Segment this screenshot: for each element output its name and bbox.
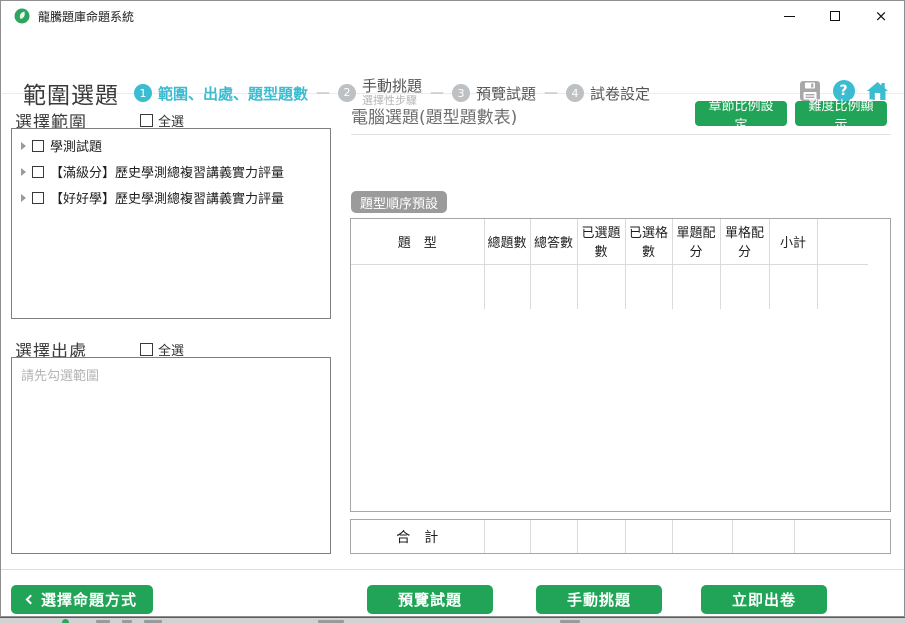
header: 範圍選題 1 範圍、出處、題型題數 — 2 手動挑題 選擇性步驟 — 3 預覽試… (2, 31, 905, 94)
range-item-exam[interactable]: 學測試題 (12, 132, 330, 158)
range-item-checkbox[interactable] (32, 140, 44, 152)
table-header-row: 題 型 總題數 總答數 已選題數 已選格數 單題配分 單格配分 小計 (351, 219, 868, 264)
table-cell (351, 264, 484, 309)
step-separator: — (430, 85, 444, 101)
app-window: 龍騰題庫命題系統 × 範圍選題 1 範圍、出處、題型題數 — 2 手動挑題 選擇… (0, 0, 905, 617)
titlebar: 龍騰題庫命題系統 × (1, 1, 904, 31)
expand-chevron-icon[interactable] (21, 168, 26, 176)
generate-paper-button[interactable]: 立即出卷 (701, 585, 827, 614)
step-1-number: 1 (134, 84, 152, 102)
step-2-label: 手動挑題 (362, 78, 422, 95)
computer-select-title: 電腦選題(題型題數表) (351, 103, 517, 128)
chapter-ratio-button[interactable]: 章節比例設定 (695, 101, 787, 126)
maximize-button[interactable] (812, 1, 858, 31)
step-4-paper-settings[interactable]: 4 試卷設定 (566, 83, 650, 104)
close-button[interactable]: × (858, 1, 904, 31)
range-item-checkbox[interactable] (32, 166, 44, 178)
maximize-icon (830, 11, 840, 21)
range-listbox[interactable]: 學測試題 【滿級分】歷史學測總複習講義實力評量 【好好學】歷史學測總複習講義實力… (11, 128, 331, 319)
totals-cell (732, 520, 794, 553)
table-cell (484, 264, 530, 309)
col-total-answers: 總答數 (530, 219, 577, 264)
question-type-order-badge[interactable]: 題型順序預設 (351, 191, 447, 213)
step-4-number: 4 (566, 84, 584, 102)
col-points-per-cell: 單格配分 (720, 219, 769, 264)
totals-row: 合 計 (350, 519, 891, 554)
range-item-good-study[interactable]: 【好好學】歷史學測總複習講義實力評量 (12, 184, 330, 210)
source-select-all-checkbox[interactable] (140, 343, 153, 356)
col-selected-questions: 已選題數 (577, 219, 625, 264)
col-question-type: 題 型 (351, 219, 484, 264)
col-points-per-question: 單題配分 (672, 219, 720, 264)
step-separator: — (316, 85, 330, 101)
page-title: 範圍選題 (23, 76, 119, 110)
totals-cell (484, 520, 530, 553)
step-1-label: 範圍、出處、題型題數 (158, 83, 308, 104)
range-item-label: 學測試題 (50, 136, 102, 155)
step-2-number: 2 (338, 84, 356, 102)
question-type-table[interactable]: 題 型 總題數 總答數 已選題數 已選格數 單題配分 單格配分 小計 (350, 218, 891, 512)
table-cell (577, 264, 625, 309)
step-separator: — (544, 85, 558, 101)
totals-cell (530, 520, 577, 553)
col-total-questions: 總題數 (484, 219, 530, 264)
range-item-full-score[interactable]: 【滿級分】歷史學測總複習講義實力評量 (12, 158, 330, 184)
bottom-bar: 選擇命題方式 預覽試題 手動挑題 立即出卷 (1, 569, 904, 617)
totals-label: 合 計 (351, 520, 484, 553)
preview-questions-button[interactable]: 預覽試題 (367, 585, 493, 614)
col-subtotal: 小計 (769, 219, 817, 264)
step-1-range[interactable]: 1 範圍、出處、題型題數 (134, 83, 308, 104)
table-cell (769, 264, 817, 309)
minimize-icon (784, 16, 795, 17)
table-empty-row (351, 264, 868, 309)
back-to-method-button[interactable]: 選擇命題方式 (11, 585, 153, 614)
app-title: 龍騰題庫命題系統 (38, 8, 134, 25)
source-placeholder: 請先勾選範圍 (21, 365, 99, 384)
table-cell (720, 264, 769, 309)
background-window-sliver (0, 617, 905, 623)
app-logo-icon (14, 8, 30, 24)
table-cell (817, 264, 868, 309)
col-selected-cells: 已選格數 (625, 219, 672, 264)
step-3-preview[interactable]: 3 預覽試題 (452, 83, 536, 104)
table-cell (625, 264, 672, 309)
step-3-number: 3 (452, 84, 470, 102)
totals-cell (672, 520, 732, 553)
minimize-button[interactable] (766, 1, 812, 31)
background-logo-fragment (62, 619, 69, 623)
back-chevron-icon (26, 595, 36, 605)
step-4-label: 試卷設定 (590, 83, 650, 104)
expand-chevron-icon[interactable] (21, 194, 26, 202)
col-extra (817, 219, 868, 264)
totals-cell (794, 520, 890, 553)
range-select-all-checkbox[interactable] (140, 114, 153, 127)
range-item-label: 【好好學】歷史學測總複習講義實力評量 (50, 188, 284, 207)
table-cell (672, 264, 720, 309)
step-3-label: 預覽試題 (476, 83, 536, 104)
range-item-checkbox[interactable] (32, 192, 44, 204)
table-cell (530, 264, 577, 309)
panel-divider (351, 134, 891, 135)
manual-pick-button[interactable]: 手動挑題 (536, 585, 662, 614)
totals-cell (625, 520, 672, 553)
expand-chevron-icon[interactable] (21, 142, 26, 150)
source-listbox[interactable]: 請先勾選範圍 (11, 357, 331, 554)
range-item-label: 【滿級分】歷史學測總複習講義實力評量 (50, 162, 284, 181)
totals-cell (577, 520, 625, 553)
difficulty-ratio-button[interactable]: 難度比例顯示 (795, 101, 887, 126)
close-icon: × (875, 9, 888, 24)
